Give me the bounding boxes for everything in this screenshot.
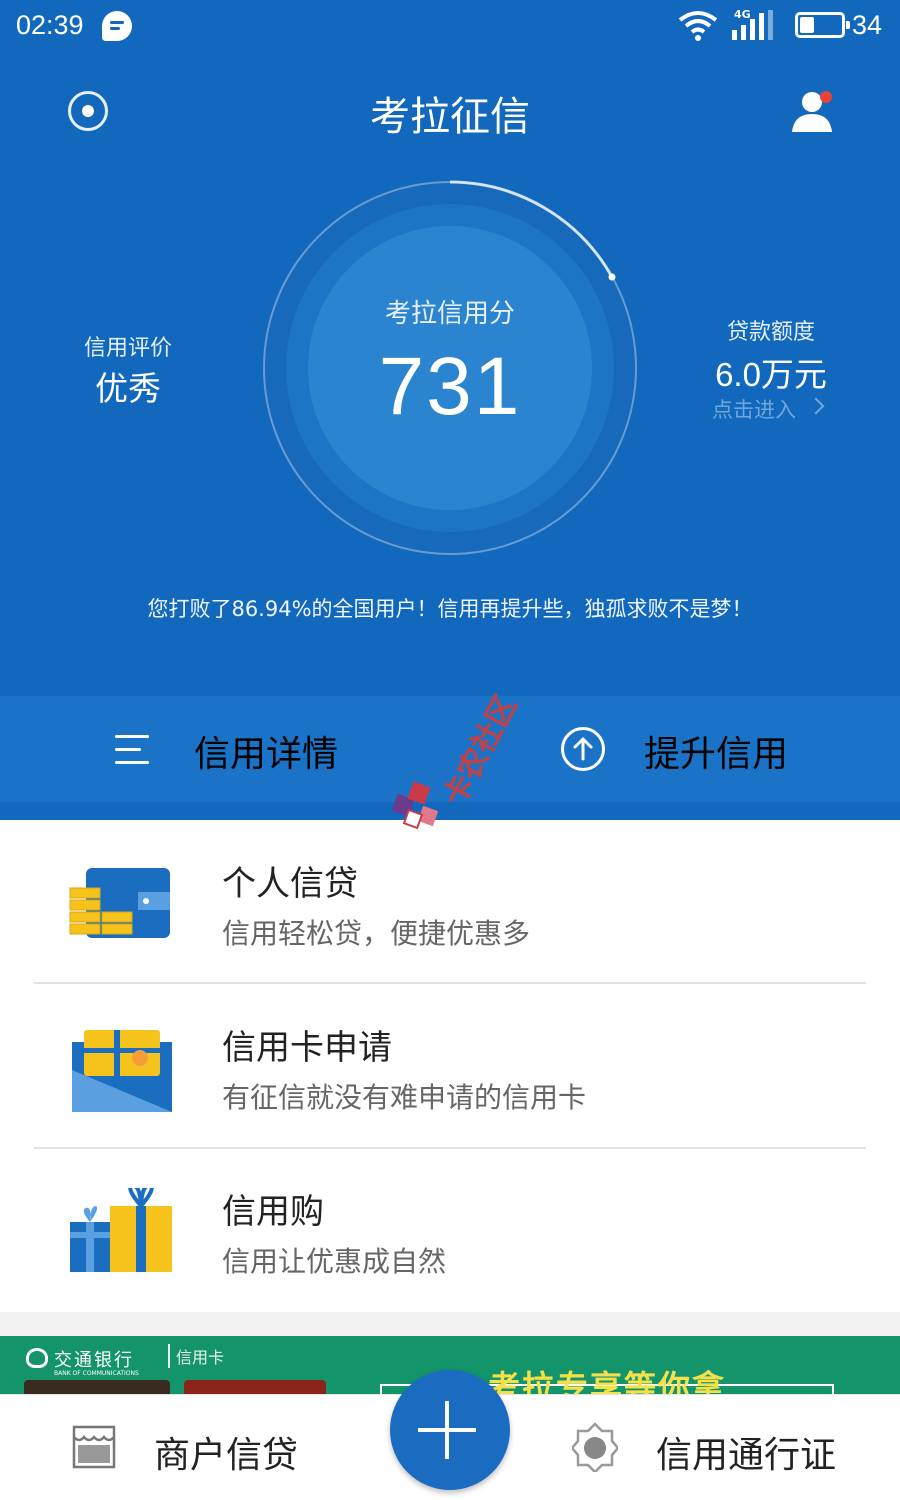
banner-slogan: 考拉专享等你拿 (488, 1368, 727, 1396)
message-icon (102, 11, 132, 41)
item-title: 个人信贷 (222, 864, 358, 904)
page-title: 考拉征信 (370, 94, 530, 140)
score-title: 考拉信用分 (384, 299, 515, 329)
raise-credit-label[interactable]: 提升信用 (644, 725, 788, 777)
rating-label: 信用评价 (83, 336, 172, 361)
add-button[interactable] (390, 1370, 510, 1490)
wifi-icon (678, 11, 718, 41)
item-title: 信用卡申请 (222, 1028, 392, 1068)
card-envelope-icon (72, 1030, 172, 1112)
loan-enter-link[interactable]: 点击进入 (712, 394, 796, 424)
wallet-icon (69, 868, 170, 938)
battery-icon (795, 12, 850, 38)
list-item-credit-shopping[interactable]: 信用购 信用让优惠成自然 (0, 1148, 900, 1312)
nav-pass-label[interactable]: 信用通行证 (656, 1426, 836, 1478)
item-subtitle: 有征信就没有难申请的信用卡 (222, 1081, 587, 1114)
bank-logo-icon (26, 1348, 48, 1368)
nav-merchant-label[interactable]: 商户信贷 (154, 1426, 298, 1478)
banner-bank-english: BANK OF COMMUNICATIONS (54, 1370, 139, 1377)
loan-label: 贷款额度 (726, 320, 815, 345)
item-subtitle: 信用让优惠成自然 (222, 1245, 447, 1278)
item-title: 信用购 (222, 1192, 324, 1232)
battery-level (800, 17, 814, 33)
list-item-credit-card[interactable]: 信用卡申请 有征信就没有难申请的信用卡 (0, 984, 900, 1148)
arrow-up-circle-icon[interactable] (561, 727, 605, 771)
store-icon[interactable] (72, 1425, 116, 1469)
score-value: 731 (378, 341, 522, 432)
menu-icon[interactable] (115, 733, 149, 767)
banner-card-label: 信用卡 (168, 1344, 224, 1368)
status-time: 02:39 (16, 10, 84, 40)
list-item-personal-loan[interactable]: 个人信贷 信用轻松贷，便捷优惠多 (0, 820, 900, 984)
status-bar: 02:39 4G 34 (0, 0, 900, 52)
notification-dot (820, 91, 832, 103)
radio-icon[interactable] (68, 91, 108, 131)
battery-text: 34 (852, 10, 883, 40)
chevron-right-icon[interactable] (807, 397, 825, 415)
item-subtitle: 信用轻松贷，便捷优惠多 (222, 917, 531, 950)
gift-icon (70, 1188, 172, 1272)
loan-value[interactable]: 6.0万元 (690, 348, 852, 396)
badge-icon[interactable] (572, 1422, 618, 1472)
beat-percentage-text: 您打败了86.94%的全国用户！信用再提升些，独孤求败不是梦！ (147, 597, 753, 621)
banner-bank-name: 交通银行 (54, 1350, 134, 1371)
service-list: 个人信贷 信用轻松贷，便捷优惠多 信用卡申请 有征信就没有难申请的信用卡 信用购… (0, 820, 900, 1312)
rating-value: 优秀 (95, 369, 161, 408)
signal-icon (732, 10, 773, 40)
credit-detail-label[interactable]: 信用详情 (194, 725, 338, 777)
